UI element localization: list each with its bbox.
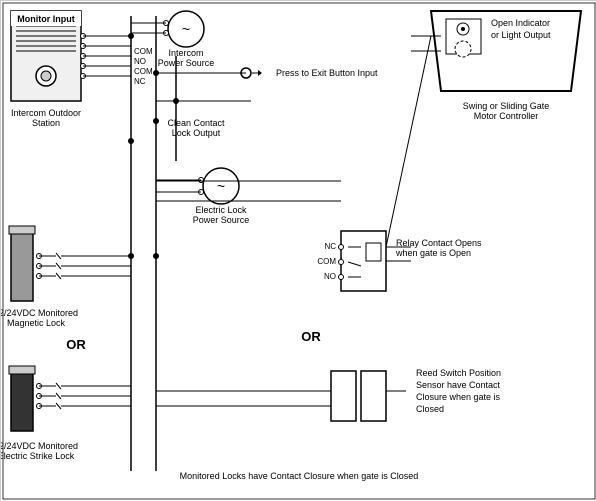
com-label-2: COM [134,67,153,76]
no-label-top: NO [134,57,146,66]
intercom-power-label2: Power Source [158,58,215,68]
electric-strike-label2: Electric Strike Lock [1,451,75,461]
open-indicator-label: Open Indicator [491,18,550,28]
svg-text:~: ~ [182,21,190,37]
intercom-outdoor-label2: Station [32,118,60,128]
or-label-top: OR [66,337,86,352]
open-indicator-label2: or Light Output [491,30,551,40]
nc-label: NC [134,77,146,86]
electric-strike-label: 12/24VDC Monitored [1,441,78,451]
monitored-locks-label: Monitored Locks have Contact Closure whe… [180,471,419,481]
reed-switch-label: Reed Switch Position [416,368,501,378]
electric-lock-label: Electric Lock [195,205,247,215]
or-label-bottom: OR [301,329,321,344]
reed-switch-label4: Closed [416,404,444,414]
reed-switch-label3: Closure when gate is [416,392,501,402]
intercom-outdoor-label: Intercom Outdoor [11,108,81,118]
svg-text:~: ~ [217,178,225,194]
reed-switch-label2: Sensor have Contact [416,380,501,390]
press-exit-label: Press to Exit Button Input [276,68,378,78]
intercom-power-label: Intercom [168,48,203,58]
monitor-input-label: Monitor Input [17,14,74,24]
electric-lock-label2: Power Source [193,215,250,225]
swing-gate-label2: Motor Controller [474,111,539,121]
swing-gate-label: Swing or Sliding Gate [463,101,550,111]
magnetic-lock-label2: Magnetic Lock [7,318,66,328]
wiring-diagram: Monitor Input Intercom Outdoor Station ~… [0,0,596,500]
com-relay-label: COM [317,257,336,266]
magnetic-lock-label: 12/24VDC Monitored [1,308,78,318]
nc-relay-label: NC [324,242,336,251]
clean-contact-label: Clean Contact [167,118,225,128]
clean-contact-label2: Lock Output [172,128,221,138]
com-label-top: COM [134,47,153,56]
no-relay-label: NO [324,272,336,281]
relay-contact-label2: when gate is Open [395,248,471,258]
